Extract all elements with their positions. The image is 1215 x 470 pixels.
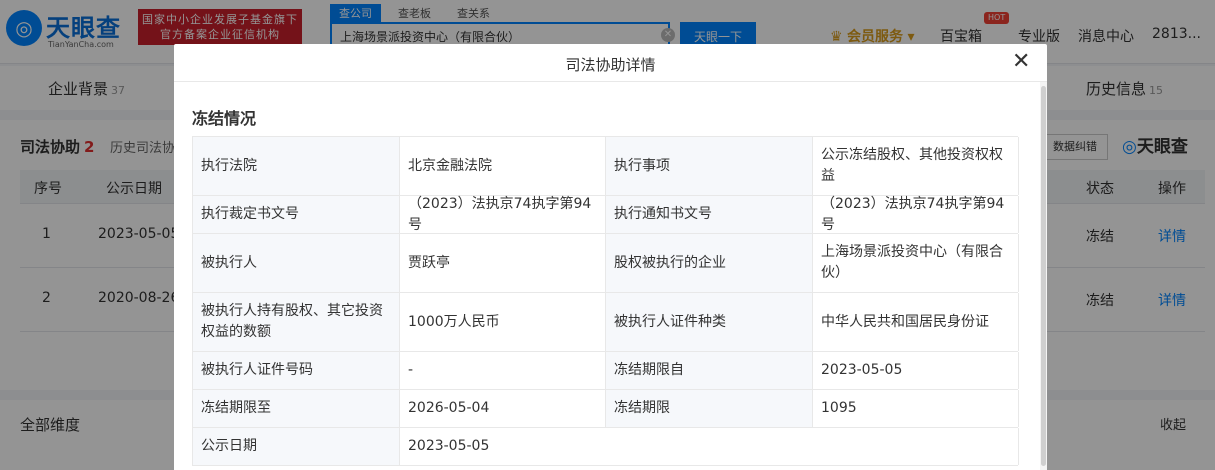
table-row: 执行法院 北京金融法院 执行事项 公示冻结股权、其他投资权权益 bbox=[193, 137, 1019, 196]
table-row: 冻结期限至 2026-05-04 冻结期限 1095 bbox=[193, 390, 1019, 428]
value-publish-date: 2023-05-05 bbox=[400, 428, 1019, 465]
value-equity-amount: 1000万人民币 bbox=[400, 293, 606, 351]
modal-header: 司法协助详情 ✕ bbox=[174, 44, 1047, 82]
label-equity-amount: 被执行人持有股权、其它投资权益的数额 bbox=[193, 293, 400, 351]
label-id-type: 被执行人证件种类 bbox=[606, 293, 813, 351]
label-freeze-term: 冻结期限 bbox=[606, 390, 813, 427]
value-ruling-no: （2023）法执京74执字第94号 bbox=[400, 196, 606, 233]
label-id-number: 被执行人证件号码 bbox=[193, 352, 400, 389]
label-notice-no: 执行通知书文号 bbox=[606, 196, 813, 233]
detail-table: 执行法院 北京金融法院 执行事项 公示冻结股权、其他投资权权益 执行裁定书文号 … bbox=[192, 136, 1019, 466]
table-row: 被执行人证件号码 - 冻结期限自 2023-05-05 bbox=[193, 352, 1019, 390]
label-freeze-from: 冻结期限自 bbox=[606, 352, 813, 389]
value-freeze-from: 2023-05-05 bbox=[813, 352, 1019, 389]
table-row: 执行裁定书文号 （2023）法执京74执字第94号 执行通知书文号 （2023）… bbox=[193, 196, 1019, 234]
table-row: 公示日期 2023-05-05 bbox=[193, 428, 1019, 466]
label-executed-person: 被执行人 bbox=[193, 234, 400, 292]
value-court: 北京金融法院 bbox=[400, 137, 606, 195]
scrollbar-thumb[interactable] bbox=[1041, 86, 1046, 466]
value-freeze-to: 2026-05-04 bbox=[400, 390, 606, 427]
label-equity-company: 股权被执行的企业 bbox=[606, 234, 813, 292]
scrollbar[interactable] bbox=[1040, 82, 1047, 470]
value-id-type: 中华人民共和国居民身份证 bbox=[813, 293, 1019, 351]
modal-title: 司法协助详情 bbox=[565, 56, 656, 74]
equity-company-link[interactable]: 上海场景派投资中心（有限合伙） bbox=[813, 234, 1019, 292]
close-icon[interactable]: ✕ bbox=[1012, 50, 1030, 74]
table-row: 被执行人 贾跃亭 股权被执行的企业 上海场景派投资中心（有限合伙） bbox=[193, 234, 1019, 293]
executed-person-link[interactable]: 贾跃亭 bbox=[400, 234, 606, 292]
label-publish-date: 公示日期 bbox=[193, 428, 400, 465]
judicial-detail-modal: 司法协助详情 ✕ 冻结情况 执行法院 北京金融法院 执行事项 公示冻结股权、其他… bbox=[174, 44, 1047, 470]
value-id-number: - bbox=[400, 352, 606, 389]
label-ruling-no: 执行裁定书文号 bbox=[193, 196, 400, 233]
label-freeze-to: 冻结期限至 bbox=[193, 390, 400, 427]
freeze-section-title: 冻结情况 bbox=[192, 109, 257, 128]
value-freeze-term: 1095 bbox=[813, 390, 1019, 427]
value-matter: 公示冻结股权、其他投资权权益 bbox=[813, 137, 1019, 195]
label-court: 执行法院 bbox=[193, 137, 400, 195]
value-notice-no: （2023）法执京74执字第94号 bbox=[813, 196, 1019, 233]
label-matter: 执行事项 bbox=[606, 137, 813, 195]
table-row: 被执行人持有股权、其它投资权益的数额 1000万人民币 被执行人证件种类 中华人… bbox=[193, 293, 1019, 352]
